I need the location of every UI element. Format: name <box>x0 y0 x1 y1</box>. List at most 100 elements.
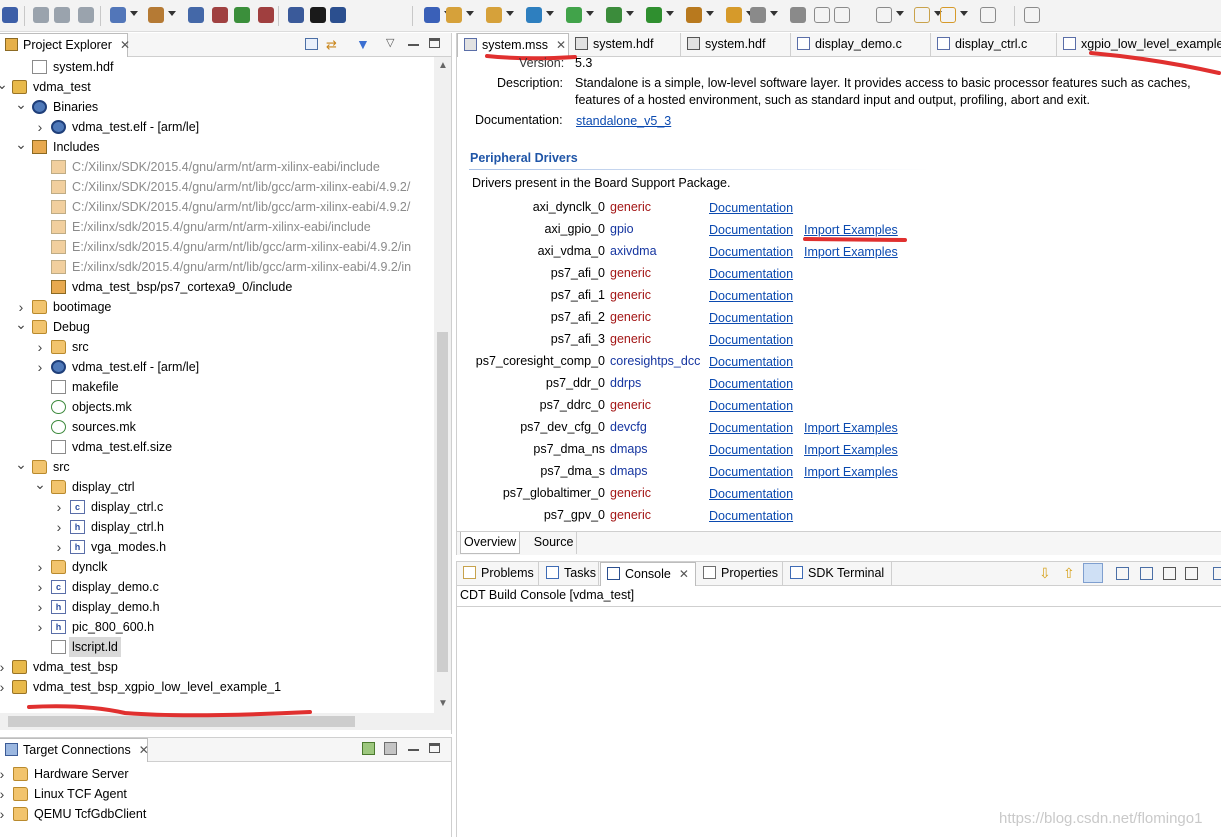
new-wizard-icon[interactable] <box>980 7 996 23</box>
import-examples-link[interactable]: Import Examples <box>804 443 898 457</box>
dropdown-arrow-icon[interactable] <box>666 11 674 16</box>
tree-item[interactable]: › vdma_test_bsp_xgpio_low_level_example_1 <box>0 677 434 697</box>
save-all-icon[interactable] <box>33 7 49 23</box>
collapsed-chevron-icon[interactable]: › <box>53 517 65 537</box>
expanded-chevron-icon[interactable]: ⌄ <box>15 97 27 117</box>
documentation-link[interactable]: Documentation <box>709 311 793 325</box>
dropdown-arrow-icon[interactable] <box>706 11 714 16</box>
import-examples-link[interactable]: Import Examples <box>804 465 898 479</box>
hardware-icon[interactable] <box>148 7 164 23</box>
run-icon[interactable] <box>424 7 440 23</box>
print-icon[interactable] <box>726 7 742 23</box>
dropdown-arrow-icon[interactable] <box>960 11 968 16</box>
documentation-link[interactable]: Documentation <box>709 333 793 347</box>
xsct-icon[interactable] <box>212 7 228 23</box>
tree-item[interactable]: ⌄ vdma_test <box>0 77 434 97</box>
documentation-link[interactable]: Documentation <box>709 223 793 237</box>
dropdown-arrow-icon[interactable] <box>546 11 554 16</box>
debug-config-icon[interactable] <box>78 7 94 23</box>
tab-source[interactable]: Source <box>531 532 578 554</box>
dropdown-arrow-icon[interactable] <box>130 11 138 16</box>
collapsed-chevron-icon[interactable]: › <box>0 677 8 697</box>
collapsed-chevron-icon[interactable]: › <box>0 804 8 824</box>
back-icon[interactable] <box>526 7 542 23</box>
forward-icon[interactable] <box>566 7 582 23</box>
import-examples-link[interactable]: Import Examples <box>804 421 898 435</box>
project-tree-vscrollbar[interactable]: ▲ ▼ <box>434 57 451 713</box>
program-fpga-icon[interactable] <box>188 7 204 23</box>
tree-item[interactable]: C:/Xilinx/SDK/2015.4/gnu/arm/nt/arm-xili… <box>0 157 434 177</box>
clear-console-icon[interactable] <box>1163 567 1176 580</box>
collapsed-chevron-icon[interactable]: › <box>0 764 8 784</box>
arrow-down-icon[interactable]: ⇩ <box>1039 565 1051 582</box>
tree-item[interactable]: › dynclk <box>0 557 434 577</box>
filter-icon[interactable]: ▼ <box>356 36 370 52</box>
tab-tasks[interactable]: Tasks <box>540 562 599 586</box>
search-icon[interactable] <box>330 7 346 23</box>
tree-item[interactable]: E:/xilinx/sdk/2015.4/gnu/arm/nt/lib/gcc/… <box>0 237 434 257</box>
expanded-chevron-icon[interactable]: ⌄ <box>15 457 27 477</box>
close-icon[interactable]: ✕ <box>679 567 689 581</box>
editor-tab[interactable]: system.hdf <box>569 33 681 57</box>
terminal-icon[interactable] <box>258 7 274 23</box>
maximize-icon[interactable] <box>429 38 440 48</box>
display-console-icon[interactable] <box>1116 567 1129 580</box>
print-icon[interactable] <box>54 7 70 23</box>
link-with-console-icon[interactable] <box>1083 563 1103 583</box>
launch-icon[interactable] <box>234 7 250 23</box>
documentation-link[interactable]: Documentation <box>709 267 793 281</box>
save-icon[interactable] <box>646 7 662 23</box>
program-fpga-icon[interactable] <box>834 7 850 23</box>
import-examples-link[interactable]: Import Examples <box>804 245 898 259</box>
documentation-link[interactable]: Documentation <box>709 399 793 413</box>
new-wizard-icon[interactable] <box>288 7 304 23</box>
documentation-link[interactable]: Documentation <box>709 421 793 435</box>
editor-tab[interactable]: display_ctrl.c <box>931 33 1057 57</box>
scroll-thumb[interactable] <box>437 332 448 672</box>
tree-item[interactable]: makefile <box>0 377 434 397</box>
documentation-link[interactable]: Documentation <box>709 443 793 457</box>
dropdown-arrow-icon[interactable] <box>168 11 176 16</box>
collapsed-chevron-icon[interactable]: › <box>15 297 27 317</box>
tab-overview[interactable]: Overview <box>460 532 521 554</box>
dropdown-arrow-icon[interactable] <box>896 11 904 16</box>
dropdown-arrow-icon[interactable] <box>770 11 778 16</box>
documentation-link[interactable]: Documentation <box>709 465 793 479</box>
scroll-up-icon[interactable]: ▲ <box>438 60 448 71</box>
tree-item[interactable]: › c display_demo.c <box>0 577 434 597</box>
tree-item[interactable]: objects.mk <box>0 397 434 417</box>
tree-item[interactable]: › src <box>0 337 434 357</box>
tree-item[interactable]: › h display_demo.h <box>0 597 434 617</box>
minimize-icon[interactable] <box>408 43 419 46</box>
tree-item[interactable]: vdma_test_bsp/ps7_cortexa9_0/include <box>0 277 434 297</box>
tree-item[interactable]: › c display_ctrl.c <box>0 497 434 517</box>
new-console-icon[interactable] <box>1213 567 1221 580</box>
editor-tab[interactable]: display_demo.c <box>791 33 931 57</box>
terminal-icon[interactable] <box>940 7 956 23</box>
view-menu-icon[interactable]: ▽ <box>386 36 394 49</box>
tab-project-explorer[interactable]: Project Explorer ✕ <box>0 33 130 57</box>
collapsed-chevron-icon[interactable]: › <box>53 497 65 517</box>
tree-item[interactable]: ⌄ Includes <box>0 137 434 157</box>
tree-item[interactable]: › h pic_800_600.h <box>0 617 434 637</box>
debug-config-icon[interactable] <box>750 7 766 23</box>
scroll-down-icon[interactable]: ▼ <box>438 698 448 709</box>
documentation-link[interactable]: Documentation <box>709 245 793 259</box>
target-connection-item[interactable]: › QEMU TcfGdbClient <box>0 804 450 824</box>
documentation-link[interactable]: Documentation <box>709 289 793 303</box>
external-tools-icon[interactable] <box>486 7 502 23</box>
collapsed-chevron-icon[interactable]: › <box>53 537 65 557</box>
collapsed-chevron-icon[interactable]: › <box>34 617 46 637</box>
tab-target-connections[interactable]: Target Connections ✕ <box>0 738 149 762</box>
tree-item[interactable]: › h vga_modes.h <box>0 537 434 557</box>
collapsed-chevron-icon[interactable]: › <box>34 557 46 577</box>
dropdown-arrow-icon[interactable] <box>466 11 474 16</box>
collapsed-chevron-icon[interactable]: › <box>34 337 46 357</box>
expanded-chevron-icon[interactable]: ⌄ <box>15 137 27 157</box>
save-all-icon[interactable] <box>686 7 702 23</box>
collapsed-chevron-icon[interactable]: › <box>0 784 8 804</box>
connection-settings-icon[interactable] <box>384 742 397 755</box>
tab-problems[interactable]: Problems <box>457 562 539 586</box>
collapsed-chevron-icon[interactable]: › <box>34 117 46 137</box>
editor-tab[interactable]: system.hdf <box>681 33 791 57</box>
